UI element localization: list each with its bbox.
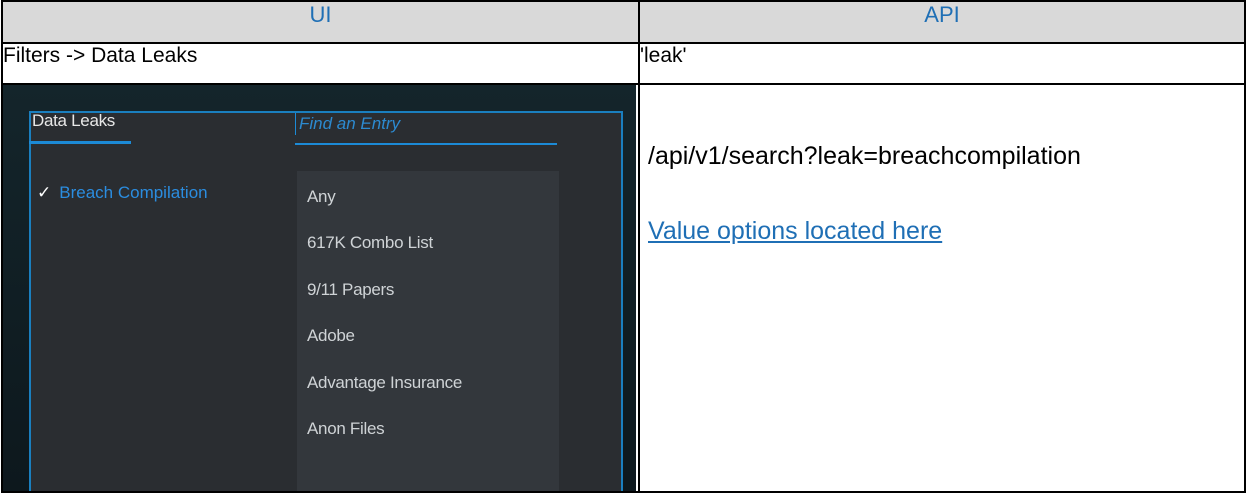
tab-active-underline: [29, 141, 131, 144]
find-entry-search[interactable]: Find an Entry: [295, 109, 557, 145]
filter-path: Filters -> Data Leaks: [1, 42, 640, 85]
search-placeholder: Find an Entry: [299, 114, 401, 133]
list-item[interactable]: Anon Files: [307, 419, 385, 439]
value-options-link[interactable]: Value options located here: [648, 217, 942, 246]
api-cell: /api/v1/search?leak=breachcompilation Va…: [638, 83, 1246, 493]
selected-leak-label: Breach Compilation: [59, 183, 208, 202]
api-endpoint: /api/v1/search?leak=breachcompilation: [648, 142, 1081, 170]
filter-row: Filters -> Data Leaks 'leak': [1, 42, 1246, 85]
tab-data-leaks[interactable]: Data Leaks: [32, 111, 115, 131]
doc-table: UI API Filters -> Data Leaks 'leak' Data…: [1, 0, 1246, 493]
api-param: 'leak': [638, 42, 1246, 85]
list-item[interactable]: 9/11 Papers: [307, 280, 394, 300]
list-item[interactable]: Any: [307, 187, 336, 207]
selected-leak[interactable]: ✓ Breach Compilation: [37, 183, 208, 203]
list-item[interactable]: Adobe: [307, 326, 355, 346]
list-item[interactable]: Advantage Insurance: [307, 373, 462, 393]
header-api: API: [638, 0, 1246, 44]
text-caret: [295, 113, 296, 135]
list-item[interactable]: 617K Combo List: [307, 233, 433, 253]
header-row: UI API: [1, 0, 1246, 44]
example-row: Data Leaks Find an Entry ✓ Breach Compila…: [1, 83, 1246, 493]
ui-screenshot: Data Leaks Find an Entry ✓ Breach Compila…: [3, 85, 636, 491]
leak-options-list[interactable]: Any 617K Combo List 9/11 Papers Adobe Ad…: [297, 171, 559, 491]
ui-screenshot-cell: Data Leaks Find an Entry ✓ Breach Compila…: [1, 83, 640, 493]
checkmark-icon: ✓: [37, 183, 52, 202]
header-ui: UI: [1, 0, 640, 44]
